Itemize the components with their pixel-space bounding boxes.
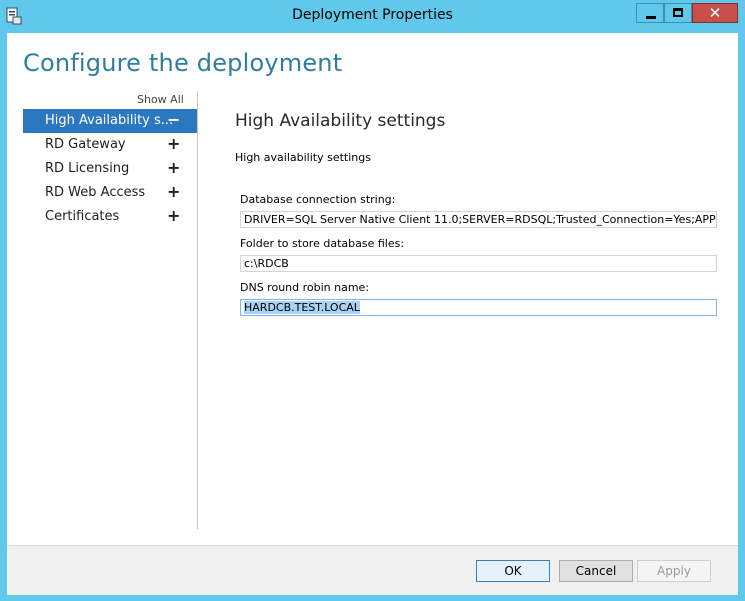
minimize-icon (646, 16, 656, 19)
cancel-button[interactable]: Cancel (559, 560, 633, 582)
nav-item-certificates[interactable]: Certificates + (23, 205, 197, 229)
section-subtitle: High availability settings (235, 151, 371, 164)
dns-round-robin-value: HARDCB.TEST.LOCAL (244, 301, 360, 314)
dialog-content: Configure the deployment Show All High A… (7, 33, 738, 595)
db-connection-value: DRIVER=SQL Server Native Client 11.0;SER… (244, 213, 716, 226)
nav-item-label: High Availability s... (45, 113, 174, 128)
maximize-button[interactable] (664, 3, 692, 23)
dialog-footer: OK Cancel Apply (7, 545, 738, 595)
db-connection-label: Database connection string: (240, 193, 396, 206)
nav-item-label: RD Gateway (45, 137, 126, 152)
nav-item-rd-licensing[interactable]: RD Licensing + (23, 157, 197, 181)
expand-icon[interactable]: + (167, 182, 180, 201)
show-all-link[interactable]: Show All (137, 93, 184, 106)
close-icon: ✕ (708, 4, 722, 22)
page-title: Configure the deployment (23, 49, 343, 77)
db-folder-input[interactable]: c:\RDCB (240, 255, 717, 272)
expand-icon[interactable]: + (167, 158, 180, 177)
db-folder-value: c:\RDCB (244, 257, 289, 270)
db-folder-label: Folder to store database files: (240, 237, 405, 250)
nav-item-label: RD Web Access (45, 185, 146, 200)
nav-item-rd-web-access[interactable]: RD Web Access + (23, 181, 197, 205)
title-bar[interactable]: Deployment Properties ✕ (0, 0, 745, 33)
collapse-icon[interactable]: − (167, 110, 180, 129)
apply-button[interactable]: Apply (637, 560, 711, 582)
dns-round-robin-input[interactable]: HARDCB.TEST.LOCAL (240, 299, 717, 316)
window-title: Deployment Properties (292, 7, 453, 23)
close-button[interactable]: ✕ (692, 3, 738, 23)
section-title: High Availability settings (235, 111, 446, 131)
minimize-button[interactable] (636, 3, 664, 23)
nav-item-label: RD Licensing (45, 161, 130, 176)
nav-divider (197, 91, 198, 529)
dns-round-robin-label: DNS round robin name: (240, 281, 370, 294)
maximize-icon (673, 8, 683, 17)
db-connection-input[interactable]: DRIVER=SQL Server Native Client 11.0;SER… (240, 211, 717, 228)
nav-item-label: Certificates (45, 209, 120, 224)
expand-icon[interactable]: + (167, 206, 180, 225)
nav-item-rd-gateway[interactable]: RD Gateway + (23, 133, 197, 157)
ok-button[interactable]: OK (476, 560, 550, 582)
expand-icon[interactable]: + (167, 134, 180, 153)
deployment-properties-window: Deployment Properties ✕ Configure the de… (0, 0, 745, 601)
nav-item-high-availability[interactable]: High Availability s... − (23, 109, 197, 133)
